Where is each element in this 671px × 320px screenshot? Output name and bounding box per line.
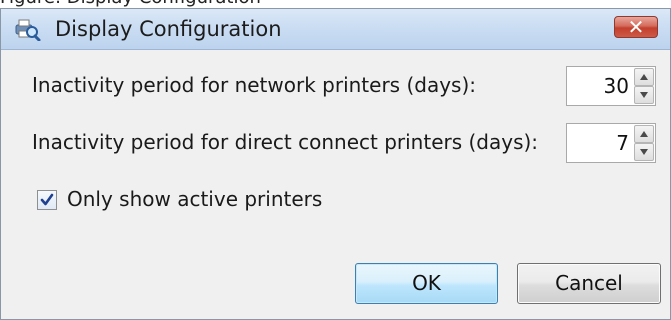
direct-inactivity-label: Inactivity period for direct connect pri… xyxy=(32,130,539,154)
arrow-up-icon xyxy=(640,74,648,80)
network-inactivity-increment-button[interactable] xyxy=(634,68,654,86)
direct-inactivity-spinner xyxy=(566,123,656,163)
cancel-button[interactable]: Cancel xyxy=(517,263,661,304)
arrow-down-icon xyxy=(640,149,648,155)
arrow-down-icon xyxy=(640,92,648,98)
background-caption-fragment: Figure: Display Configuration xyxy=(0,0,671,8)
close-button[interactable]: ✕ xyxy=(614,15,658,39)
printer-search-icon xyxy=(13,17,41,42)
only-active-printers-label[interactable]: Only show active printers xyxy=(67,187,322,211)
checkmark-icon xyxy=(40,193,54,206)
network-inactivity-decrement-button[interactable] xyxy=(634,86,654,104)
direct-inactivity-input[interactable] xyxy=(569,126,631,160)
display-configuration-dialog: Display Configuration ✕ Inactivity perio… xyxy=(0,8,671,320)
ok-button[interactable]: OK xyxy=(355,263,498,304)
background-caption: Figure: Display Configuration xyxy=(0,0,261,8)
title-bar[interactable]: Display Configuration ✕ xyxy=(1,9,670,50)
close-icon: ✕ xyxy=(627,15,645,39)
arrow-up-icon xyxy=(640,131,648,137)
direct-inactivity-increment-button[interactable] xyxy=(634,125,654,143)
only-active-printers-checkbox[interactable] xyxy=(37,190,57,210)
network-inactivity-input[interactable] xyxy=(569,69,631,103)
network-inactivity-spinner xyxy=(566,66,656,106)
direct-inactivity-decrement-button[interactable] xyxy=(634,143,654,161)
network-inactivity-label: Inactivity period for network printers (… xyxy=(32,73,477,97)
window-title: Display Configuration xyxy=(55,17,282,41)
